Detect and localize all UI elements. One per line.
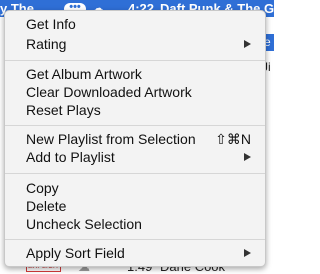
menu-item-label: Clear Downloaded Artwork xyxy=(26,84,192,100)
menu-item-label: Copy xyxy=(26,180,59,196)
menu-item-clear-downloaded-artwork[interactable]: Clear Downloaded Artwork xyxy=(5,83,265,101)
menu-item-label: Uncheck Selection xyxy=(26,216,142,232)
menu-item-label: Get Album Artwork xyxy=(26,66,142,82)
submenu-arrow-icon xyxy=(244,40,251,48)
context-menu: Get Info Rating Get Album Artwork Clear … xyxy=(4,10,266,267)
menu-item-label: Add to Playlist xyxy=(26,149,115,165)
menu-separator xyxy=(5,173,265,174)
menu-item-shortcut: ⇧⌘N xyxy=(215,131,251,147)
menu-item-get-info[interactable]: Get Info xyxy=(5,15,265,33)
submenu-arrow-icon xyxy=(244,249,251,257)
menu-item-copy[interactable]: Copy xyxy=(5,179,265,197)
menu-item-label: New Playlist from Selection xyxy=(26,131,196,147)
menu-separator xyxy=(5,239,265,240)
menu-item-delete[interactable]: Delete xyxy=(5,197,265,215)
menu-item-uncheck-selection[interactable]: Uncheck Selection xyxy=(5,215,265,233)
menu-item-label: Delete xyxy=(26,198,67,214)
submenu-arrow-icon xyxy=(244,153,251,161)
menu-item-get-album-artwork[interactable]: Get Album Artwork xyxy=(5,65,265,83)
menu-item-label: Rating xyxy=(26,36,67,52)
menu-item-reset-plays[interactable]: Reset Plays xyxy=(5,101,265,119)
menu-item-new-playlist-from-selection[interactable]: New Playlist from Selection ⇧⌘N xyxy=(5,130,265,148)
menu-item-add-to-playlist[interactable]: Add to Playlist xyxy=(5,148,265,166)
menu-item-rating[interactable]: Rating xyxy=(5,35,265,53)
menu-separator xyxy=(5,60,265,61)
menu-item-label: Apply Sort Field xyxy=(26,245,125,261)
menu-item-apply-sort-field[interactable]: Apply Sort Field xyxy=(5,244,265,262)
menu-separator xyxy=(5,125,265,126)
menu-item-label: Get Info xyxy=(26,16,76,32)
menu-item-label: Reset Plays xyxy=(26,102,101,118)
